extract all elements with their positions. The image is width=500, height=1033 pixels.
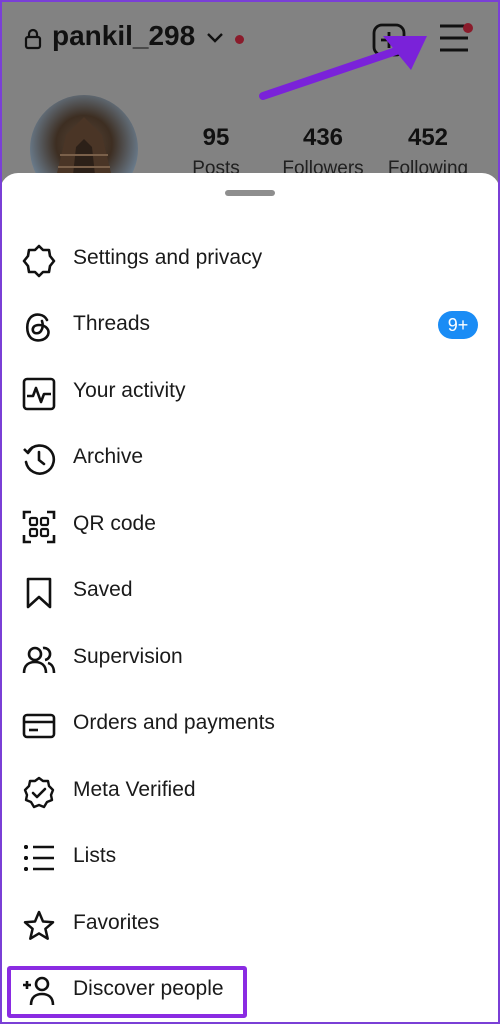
top-bar: pankil_298 bbox=[0, 0, 500, 100]
qr-code-icon bbox=[22, 510, 56, 544]
menu-item-label: Lists bbox=[73, 844, 117, 867]
menu-notification-dot bbox=[463, 23, 473, 33]
notification-badge: 9+ bbox=[438, 311, 478, 339]
account-username[interactable]: pankil_298 bbox=[52, 20, 195, 52]
menu-bottom-sheet: Settings and privacy Threads 9+ Your act… bbox=[0, 173, 500, 1033]
menu-item-orders-and-payments[interactable]: Orders and payments bbox=[0, 697, 500, 753]
stat-followers[interactable]: 436 Followers bbox=[280, 124, 366, 180]
archive-icon bbox=[22, 443, 56, 477]
menu-item-label: Archive bbox=[73, 445, 144, 468]
menu-item-favorites[interactable]: Favorites bbox=[0, 897, 500, 953]
menu-item-label: Threads bbox=[73, 312, 151, 335]
chevron-down-icon[interactable] bbox=[206, 31, 224, 49]
lock-icon bbox=[24, 28, 42, 55]
bookmark-icon bbox=[22, 576, 56, 610]
stat-following[interactable]: 452 Following bbox=[384, 124, 472, 180]
highlight-box-annotation bbox=[7, 966, 247, 1018]
sheet-drag-handle[interactable] bbox=[225, 190, 275, 196]
menu-item-label: Supervision bbox=[73, 645, 183, 668]
menu-item-settings-and-privacy[interactable]: Settings and privacy bbox=[0, 232, 500, 288]
pointer-arrow-annotation bbox=[255, 30, 435, 105]
star-icon bbox=[22, 909, 56, 943]
menu-item-lists[interactable]: Lists bbox=[0, 830, 500, 886]
stat-value: 436 bbox=[302, 124, 344, 151]
menu-item-supervision[interactable]: Supervision bbox=[0, 631, 500, 687]
menu-item-label: Your activity bbox=[73, 379, 186, 402]
menu-item-your-activity[interactable]: Your activity bbox=[0, 365, 500, 421]
lists-icon bbox=[22, 842, 56, 876]
menu-item-label: Meta Verified bbox=[73, 778, 196, 801]
card-icon bbox=[22, 709, 56, 743]
notification-dot bbox=[235, 35, 244, 44]
stat-posts[interactable]: 95 Posts bbox=[190, 124, 242, 180]
verified-icon bbox=[22, 776, 56, 810]
activity-icon bbox=[22, 377, 56, 411]
menu-item-qr-code[interactable]: QR code bbox=[0, 498, 500, 554]
menu-item-label: Favorites bbox=[73, 911, 160, 934]
menu-item-meta-verified[interactable]: Meta Verified bbox=[0, 764, 500, 820]
menu-item-label: Saved bbox=[73, 578, 133, 601]
menu-item-label: Orders and payments bbox=[73, 711, 275, 734]
menu-item-saved[interactable]: Saved bbox=[0, 564, 500, 620]
menu-item-threads[interactable]: Threads 9+ bbox=[0, 298, 500, 354]
menu-item-archive[interactable]: Archive bbox=[0, 431, 500, 487]
supervision-icon bbox=[22, 643, 56, 677]
settings-icon bbox=[22, 244, 56, 278]
menu-item-label: QR code bbox=[73, 512, 156, 535]
menu-item-label: Settings and privacy bbox=[73, 246, 263, 269]
stat-value: 452 bbox=[407, 124, 449, 151]
threads-icon bbox=[22, 310, 56, 344]
stat-value: 95 bbox=[202, 124, 230, 151]
